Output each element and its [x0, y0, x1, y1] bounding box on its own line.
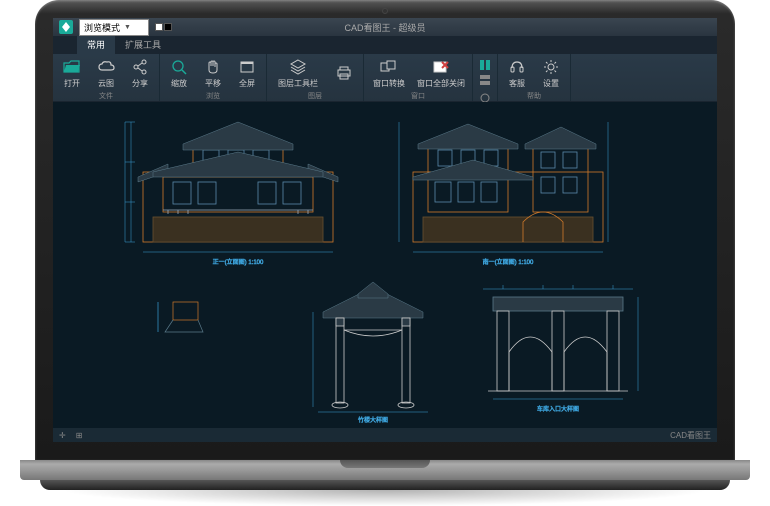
camera-icon — [382, 8, 388, 14]
ribbon-group-file: 打开 云图 分享 文件 — [53, 54, 160, 101]
hand-icon — [204, 58, 222, 76]
svg-text:竹楼大样图: 竹楼大样图 — [358, 416, 388, 424]
toggle2-icon[interactable] — [478, 73, 492, 87]
print-button[interactable] — [328, 56, 360, 91]
color-swatches — [155, 23, 172, 31]
share-button[interactable]: 分享 — [124, 56, 156, 91]
fullscreen-button[interactable]: 全屏 — [231, 56, 263, 91]
window-title: CAD看图王 - 超级员 — [344, 21, 425, 34]
titlebar: 浏览模式 ▼ CAD看图王 - 超级员 — [53, 18, 717, 36]
window-switch-button[interactable]: 窗口转换 — [367, 56, 411, 91]
status-snap-icon[interactable]: ⊞ — [76, 431, 83, 440]
tab-common[interactable]: 常用 — [77, 35, 115, 54]
pan-button[interactable]: 平移 — [197, 56, 229, 91]
mode-dropdown[interactable]: 浏览模式 ▼ — [79, 19, 149, 36]
headset-icon — [508, 58, 526, 76]
group-label-file: 文件 — [56, 91, 156, 102]
ribbon: 打开 云图 分享 文件 — [53, 54, 717, 102]
layers-icon — [289, 58, 307, 76]
group-label-window: 窗口 — [367, 91, 469, 102]
drawing-canvas[interactable]: 正一(立面图) 1:100 — [53, 102, 717, 428]
swatch-white[interactable] — [155, 23, 163, 31]
window-closeall-button[interactable]: 窗口全部关闭 — [413, 56, 469, 91]
statusbar: ✛ ⊞ CAD看图王 — [53, 428, 717, 442]
close-window-icon — [432, 58, 450, 76]
ribbon-group-help: 客服 设置 帮助 — [498, 54, 571, 101]
zoom-button[interactable]: 缩放 — [163, 56, 195, 91]
group-label-view: 浏览 — [163, 91, 263, 102]
folder-open-icon — [63, 58, 81, 76]
svg-text:南一(立面图) 1:100: 南一(立面图) 1:100 — [483, 258, 534, 266]
chevron-down-icon: ▼ — [124, 24, 131, 31]
window-switch-icon — [380, 58, 398, 76]
app-logo-icon — [59, 20, 73, 34]
laptop-frame: 浏览模式 ▼ CAD看图王 - 超级员 常用 扩展工具 — [35, 0, 735, 506]
zoom-icon — [170, 58, 188, 76]
cloud-icon — [97, 58, 115, 76]
share-icon — [131, 58, 149, 76]
ribbon-group-layer: 图层工具栏 图层 — [267, 54, 364, 101]
screen-bezel: 浏览模式 ▼ CAD看图王 - 超级员 常用 扩展工具 — [35, 0, 735, 460]
cloud-button[interactable]: 云图 — [90, 56, 122, 91]
settings-button[interactable]: 设置 — [535, 56, 567, 91]
status-cursor-icon: ✛ — [59, 431, 66, 440]
group-label-help: 帮助 — [501, 91, 567, 102]
ribbon-group-misc — [473, 54, 498, 101]
mode-label: 浏览模式 — [84, 21, 120, 34]
svg-text:正一(立面图) 1:100: 正一(立面图) 1:100 — [213, 258, 264, 266]
svg-text:车库入口大样图: 车库入口大样图 — [537, 405, 579, 413]
open-button[interactable]: 打开 — [56, 56, 88, 91]
ribbon-tabs: 常用 扩展工具 — [53, 36, 717, 54]
printer-icon — [335, 64, 353, 82]
ribbon-group-view: 缩放 平移 全屏 浏览 — [160, 54, 267, 101]
swatch-black[interactable] — [164, 23, 172, 31]
tab-extend[interactable]: 扩展工具 — [115, 35, 171, 54]
laptop-base — [20, 460, 750, 506]
app-window: 浏览模式 ▼ CAD看图王 - 超级员 常用 扩展工具 — [53, 18, 717, 442]
trackpad-notch — [340, 460, 430, 468]
service-button[interactable]: 客服 — [501, 56, 533, 91]
fullscreen-icon — [238, 58, 256, 76]
cad-drawing: 正一(立面图) 1:100 — [53, 102, 717, 428]
layer-toolbar-button[interactable]: 图层工具栏 — [270, 56, 326, 91]
group-label-layer: 图层 — [270, 91, 360, 102]
gear-icon — [542, 58, 560, 76]
ribbon-group-window: 窗口转换 窗口全部关闭 窗口 — [364, 54, 473, 101]
toggle1-icon[interactable] — [478, 58, 492, 72]
status-brand: CAD看图王 — [670, 430, 711, 441]
